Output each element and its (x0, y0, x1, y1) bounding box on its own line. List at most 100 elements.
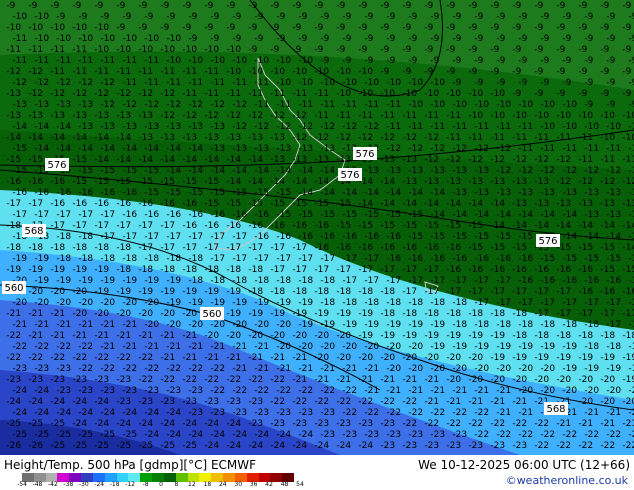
temperature-value: -11 (116, 67, 131, 77)
temperature-value: -12 (496, 166, 511, 176)
temperature-value: -9 (474, 34, 483, 44)
temperature-value: -9 (276, 12, 285, 22)
temperature-value: -11 (94, 67, 109, 77)
temperature-value: -20 (166, 320, 181, 330)
temperature-value: -14 (182, 155, 197, 165)
temperature-value: -15 (386, 210, 401, 220)
temperature-value: -13 (166, 122, 181, 132)
temperature-value: -10 (34, 34, 49, 44)
temperature-value: -9 (600, 1, 609, 11)
temperature-value: -14 (402, 199, 417, 209)
temperature-value: -18 (270, 287, 285, 297)
temperature-value: -10 (116, 45, 131, 55)
temperature-value: -9 (622, 89, 631, 99)
temperature-value: -9 (210, 12, 219, 22)
temperature-value: -24 (122, 408, 137, 418)
temperature-value: -12 (270, 111, 285, 121)
temperature-value: -10 (226, 67, 241, 77)
temperature-field-numbers: -9 -9 -9 -9 -9 -9 -9 -9 -9 -9 -9 -9 -9 -9 -9 -9 -9 -9 -9 -9… (6, 1, 634, 451)
temperature-value: -10 (292, 67, 307, 77)
temperature-value: -14 (364, 188, 379, 198)
temperature-value: -17 (72, 221, 87, 231)
temperature-value: -22 (474, 408, 489, 418)
temperature-value: -16 (320, 232, 335, 242)
temperature-value: -13 (578, 199, 593, 209)
temperature-value: -22 (402, 397, 417, 407)
temperature-value: -14 (430, 210, 445, 220)
temperature-value: -15 (408, 232, 423, 242)
temperature-value: -15 (292, 199, 307, 209)
temperature-value: -11 (336, 111, 351, 121)
temperature-value: -19 (138, 287, 153, 297)
temperature-value: -14 (342, 188, 357, 198)
credit-link[interactable]: ©weatheronline.co.uk (506, 474, 628, 487)
temperature-value: -13 (232, 144, 247, 154)
temperature-value: -20 (138, 309, 153, 319)
temperature-value: -14 (276, 166, 291, 176)
temperature-value: -16 (254, 232, 269, 242)
temperature-value: -14 (452, 210, 467, 220)
temperature-value: -19 (254, 298, 269, 308)
temperature-value: -14 (138, 155, 153, 165)
temperature-value: -14 (204, 155, 219, 165)
temperature-value: -13 (254, 144, 269, 154)
temperature-value: -9 (122, 12, 131, 22)
temperature-value: -9 (490, 1, 499, 11)
temperature-value: -15 (232, 188, 247, 198)
temperature-value: -22 (166, 364, 181, 374)
temperature-value: -22 (452, 408, 467, 418)
temperature-value: -21 (320, 364, 335, 374)
temperature-value: -16 (562, 276, 577, 286)
temperature-value: -16 (446, 265, 461, 275)
temperature-value: -15 (6, 155, 21, 165)
temperature-value: -9 (292, 1, 301, 11)
temperature-value: -21 (496, 386, 511, 396)
temperature-value: -13 (408, 166, 423, 176)
temperature-value: -10 (430, 78, 445, 88)
temperature-value: -13 (402, 177, 417, 187)
temperature-value: -21 (138, 331, 153, 341)
temperature-value: -19 (562, 364, 577, 374)
temperature-value: -13 (496, 188, 511, 198)
temperature-value: -14 (490, 221, 505, 231)
temperature-value: -9 (452, 56, 461, 66)
temperature-value: -21 (78, 320, 93, 330)
temperature-value: -12 (600, 177, 615, 187)
temperature-value: -23 (226, 397, 241, 407)
temperature-value: -12 (34, 78, 49, 88)
temperature-value: -17 (248, 243, 263, 253)
temperature-value: -21 (122, 320, 137, 330)
temperature-value: -13 (452, 188, 467, 198)
temperature-value: -18 (424, 309, 439, 319)
temperature-value: -10 (452, 100, 467, 110)
temperature-value: -22 (298, 386, 313, 396)
temperature-value: -20 (320, 342, 335, 352)
temperature-value: -21 (56, 320, 71, 330)
temperature-value: -11 (122, 78, 137, 88)
temperature-value: -12 (226, 111, 241, 121)
temperature-value: -13 (512, 199, 527, 209)
temperature-value: -11 (254, 78, 269, 88)
temperature-value: -10 (122, 34, 137, 44)
temperature-value: -14 (50, 133, 65, 143)
temperature-value: -14 (56, 122, 71, 132)
temperature-value: -12 (512, 155, 527, 165)
temperature-value: -20 (314, 353, 329, 363)
temperature-value: -11 (166, 78, 181, 88)
temperature-value: -13 (600, 199, 615, 209)
temperature-value: -13 (204, 133, 219, 143)
temperature-value: -18 (320, 298, 335, 308)
temperature-value: -10 (468, 89, 483, 99)
temperature-value: -14 (380, 199, 395, 209)
temperature-value: -24 (34, 386, 49, 396)
temperature-value: -17 (600, 309, 615, 319)
temperature-value: -15 (100, 166, 115, 176)
temperature-value: -21 (600, 419, 615, 429)
temperature-value: -9 (28, 1, 37, 11)
temperature-value: -17 (34, 210, 49, 220)
temperature-value: -21 (402, 375, 417, 385)
temperature-value: -22 (138, 375, 153, 385)
temperature-value: -16 (182, 199, 197, 209)
temperature-value: -22 (138, 353, 153, 363)
temperature-value: -16 (342, 232, 357, 242)
